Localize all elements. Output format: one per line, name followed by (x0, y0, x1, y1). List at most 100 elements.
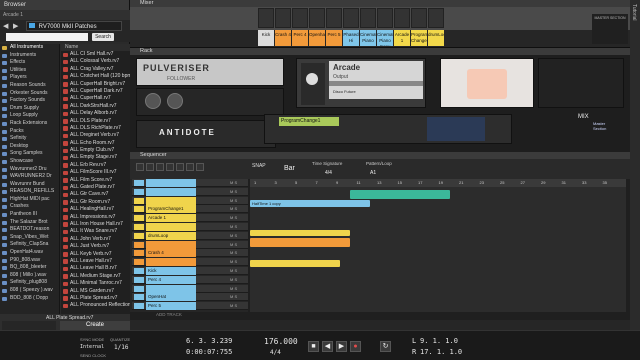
track-row[interactable]: M S (132, 179, 248, 187)
location-item[interactable]: 808 ( Speezy ).wav (0, 287, 59, 295)
location-item[interactable]: HighHat MIDI pac (0, 196, 59, 204)
clip[interactable] (250, 230, 350, 236)
mute-solo-buttons[interactable]: M S (230, 215, 246, 221)
patch-item[interactable]: ALL Keyb Verb.rv7 (61, 251, 130, 258)
pulveriser-device[interactable]: PULVERISER FOLLOWER (136, 58, 284, 86)
right-locator[interactable]: 17. 1. 1.0 (420, 348, 462, 356)
track-row[interactable]: drumLoop M S (132, 231, 248, 240)
track-name[interactable]: Kick (146, 267, 196, 275)
location-item[interactable]: Instruments (0, 52, 59, 60)
mixer-channel-label[interactable]: Arcade 1 (394, 30, 410, 46)
patch-item[interactable]: ALL CuperHall Bright.rv7 (61, 81, 130, 88)
position-bars[interactable]: 6. 3. 3.239 (186, 337, 232, 345)
arcade-knob-icon[interactable] (306, 73, 318, 85)
mixer-channel-label[interactable]: Cinematic Piano (360, 30, 376, 46)
track-name[interactable] (146, 284, 196, 293)
track-row[interactable]: M S (132, 187, 248, 196)
location-item[interactable]: Crashes (0, 203, 59, 211)
patch-item[interactable]: ALL Leave Hall B.rv7 (61, 265, 130, 272)
razor-tool-icon[interactable] (166, 163, 174, 171)
mute-solo-buttons[interactable]: M S (230, 294, 246, 300)
patch-item[interactable]: ALL Crotchet Hall (120 bpm).rv7 (61, 73, 130, 80)
patch-item[interactable]: ALL Plate Spread.rv7 (61, 295, 130, 302)
mixer-channel-label[interactable]: Perc 4 (292, 30, 308, 46)
channel-fader[interactable] (275, 8, 291, 28)
location-item[interactable]: Drum Supply (0, 105, 59, 113)
patch-item[interactable]: ALL Gtr Cave.rv7 (61, 191, 130, 198)
tutorial-panel[interactable]: Tutorial (630, 0, 640, 330)
location-item[interactable]: Sefinity (0, 135, 59, 143)
arcade-pattern-bar[interactable] (329, 81, 423, 86)
mute-solo-buttons[interactable]: M S (230, 259, 246, 265)
channel-fader[interactable] (394, 8, 410, 28)
rewind-icon[interactable]: ◀ (322, 341, 333, 352)
loop-icon[interactable]: ↻ (380, 341, 391, 352)
mute-solo-buttons[interactable]: M S (230, 224, 246, 230)
patch-item[interactable]: ALL DLS RichPlate.rv7 (61, 125, 130, 132)
location-item[interactable]: Song Samples (0, 150, 59, 158)
hand-tool-icon[interactable] (196, 163, 204, 171)
create-button[interactable]: Create (60, 321, 130, 330)
magnify-tool-icon[interactable] (186, 163, 194, 171)
track-name[interactable]: ProgramChange1 (146, 205, 196, 214)
location-item[interactable]: BEATDOT.reason (0, 226, 59, 234)
eraser-tool-icon[interactable] (156, 163, 164, 171)
pencil-tool-icon[interactable] (146, 163, 154, 171)
patch-item[interactable]: ALL Medium Stage.rv7 (61, 273, 130, 280)
ruler[interactable]: 1 3 5 7 9 11 13 15 17 19 21 23 25 27 29 31 33 35 (250, 179, 626, 187)
channel-fader[interactable] (343, 8, 359, 28)
track-name[interactable]: Perc 5 (146, 302, 196, 311)
add-track-button[interactable]: ADD TRACK (156, 312, 182, 317)
rack-device-right[interactable] (538, 58, 624, 108)
channel-fader[interactable] (258, 8, 274, 28)
location-item[interactable]: P90_808.wav (0, 257, 59, 265)
mute-solo-buttons[interactable]: M S (230, 268, 246, 274)
play-icon[interactable]: ▶ (336, 341, 347, 352)
location-item[interactable]: Loop Supply (0, 112, 59, 120)
knob-icon[interactable] (167, 93, 183, 109)
mixer-channel-label[interactable]: Cinematic Piano Copy (377, 30, 393, 46)
position-time[interactable]: 0:00:07:755 (186, 348, 232, 356)
track-row[interactable]: M S (132, 196, 248, 205)
folder-select[interactable]: RV7000 MkII Patches (26, 21, 122, 31)
location-item[interactable]: Sefinity_plug808 (0, 279, 59, 287)
mixer-channel-label[interactable]: Phased Hi (343, 30, 359, 46)
clip[interactable]: HalfTime 1 copy (250, 200, 370, 207)
browser-bottom-icons[interactable] (2, 321, 56, 330)
search-input[interactable] (6, 33, 88, 41)
patch-item[interactable]: ALL MS Garden.rv7 (61, 288, 130, 295)
track-name[interactable]: Crash 4 (146, 249, 196, 258)
channel-fader[interactable] (326, 8, 342, 28)
patch-item[interactable]: ALL CuperHall.rv7 (61, 95, 130, 102)
channel-fader[interactable] (377, 8, 393, 28)
location-item[interactable]: Rack Extensions (0, 120, 59, 128)
mute-solo-buttons[interactable]: M S (230, 233, 246, 239)
select-tool-icon[interactable] (136, 163, 144, 171)
track-name[interactable] (146, 240, 196, 249)
track-name[interactable]: Arcade 1 (146, 214, 196, 223)
mute-solo-buttons[interactable]: M S (230, 189, 246, 195)
patch-item[interactable]: ALL DLS Plate.rv7 (61, 118, 130, 125)
channel-fader[interactable] (411, 8, 427, 28)
patch-item[interactable]: ALL Delay Alborb.rv7 (61, 110, 130, 117)
arcade-device[interactable]: Arcade Output Disco Future (296, 58, 426, 108)
location-item[interactable]: 808 ( Millo ).wav (0, 272, 59, 280)
master-section[interactable]: MASTER SECTION (592, 14, 628, 44)
channel-fader[interactable] (360, 8, 376, 28)
patch-item[interactable]: ALL Erb Rev.rv7 (61, 162, 130, 169)
mute-solo-buttons[interactable]: M S (230, 303, 246, 309)
patch-item[interactable]: ALL Echo Room.rv7 (61, 140, 130, 147)
patch-item[interactable]: ALL Film Score.rv7 (61, 177, 130, 184)
patch-item[interactable]: ALL Just Verb.rv7 (61, 243, 130, 250)
track-row[interactable]: M S (132, 240, 248, 249)
record-icon[interactable]: ● (350, 341, 361, 352)
mute-solo-buttons[interactable]: M S (230, 198, 246, 204)
patch-item[interactable]: ALL CI Sml Hall.rv7 (61, 51, 130, 58)
mute-solo-buttons[interactable]: M S (230, 242, 246, 248)
location-item[interactable]: Factory Sounds (0, 97, 59, 105)
channel-fader[interactable] (428, 8, 444, 28)
location-item[interactable]: The Salazar Brot (0, 219, 59, 227)
track-row[interactable]: Arcade 1 M S (132, 214, 248, 223)
program-change-device[interactable]: ProgramChange1 Master Section (264, 114, 606, 144)
send-clock-label[interactable]: SEND CLOCK (80, 353, 106, 358)
